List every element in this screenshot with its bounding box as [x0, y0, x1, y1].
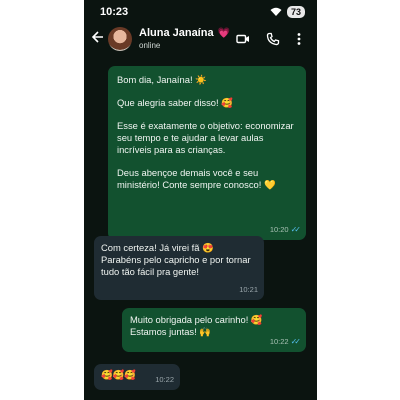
heart-emoji: 💗	[217, 28, 231, 39]
message-time: 10:22	[155, 375, 174, 384]
message-text: Esse é exatamente o objetivo: economizar…	[117, 120, 294, 155]
phone-icon[interactable]	[266, 32, 280, 46]
read-receipt-icon: ✓✓	[290, 337, 302, 346]
status-time: 10:23	[100, 6, 129, 18]
back-arrow-icon[interactable]	[90, 30, 106, 48]
status-icons: 73	[270, 6, 305, 18]
wifi-icon	[270, 7, 282, 17]
contact-name-text: Aluna Janaína	[139, 27, 214, 39]
message-meta: 10:20 ✓✓	[269, 224, 302, 236]
message-text: Que alegria saber disso! 🥰	[117, 97, 233, 108]
message-incoming[interactable]: Com certeza! Já virei fã 😍 Parabéns pelo…	[94, 236, 264, 300]
video-call-icon[interactable]	[236, 32, 250, 46]
message-incoming[interactable]: 🥰🥰🥰 10:22	[94, 364, 180, 390]
message-text: Com certeza! Já virei fã 😍	[101, 242, 214, 253]
avatar[interactable]	[108, 27, 132, 51]
chat-area[interactable]: Bom dia, Janaína! ☀️ Que alegria saber d…	[84, 56, 317, 400]
contact-name[interactable]: Aluna Janaína 💗	[139, 27, 230, 39]
chat-header: Aluna Janaína 💗 online	[84, 24, 317, 56]
message-meta: 10:21	[239, 284, 258, 296]
message-outgoing[interactable]: Bom dia, Janaína! ☀️ Que alegria saber d…	[108, 66, 306, 240]
message-time: 10:20	[269, 225, 289, 234]
message-meta: 10:22	[155, 374, 174, 386]
message-text: Muito obrigada pelo carinho! 🥰	[130, 314, 263, 325]
phone-screen: 10:23 73 Aluna Janaína 💗 online Bom dia, …	[84, 0, 317, 400]
message-text: Parabéns pelo capricho e por tornar tudo…	[101, 254, 251, 277]
message-meta: 10:22 ✓✓	[269, 336, 302, 348]
battery-indicator: 73	[286, 6, 305, 18]
message-text: Bom dia, Janaína! ☀️	[117, 74, 207, 85]
status-bar: 10:23 73	[84, 0, 317, 24]
more-options-icon[interactable]	[296, 32, 304, 46]
read-receipt-icon: ✓✓	[290, 225, 302, 234]
message-text: Deus abençoe demais você e seu ministéri…	[117, 167, 276, 190]
presence-status: online	[139, 41, 161, 50]
message-time: 10:21	[239, 285, 258, 294]
message-time: 10:22	[269, 337, 289, 346]
message-outgoing[interactable]: Muito obrigada pelo carinho! 🥰 Estamos j…	[122, 308, 306, 352]
